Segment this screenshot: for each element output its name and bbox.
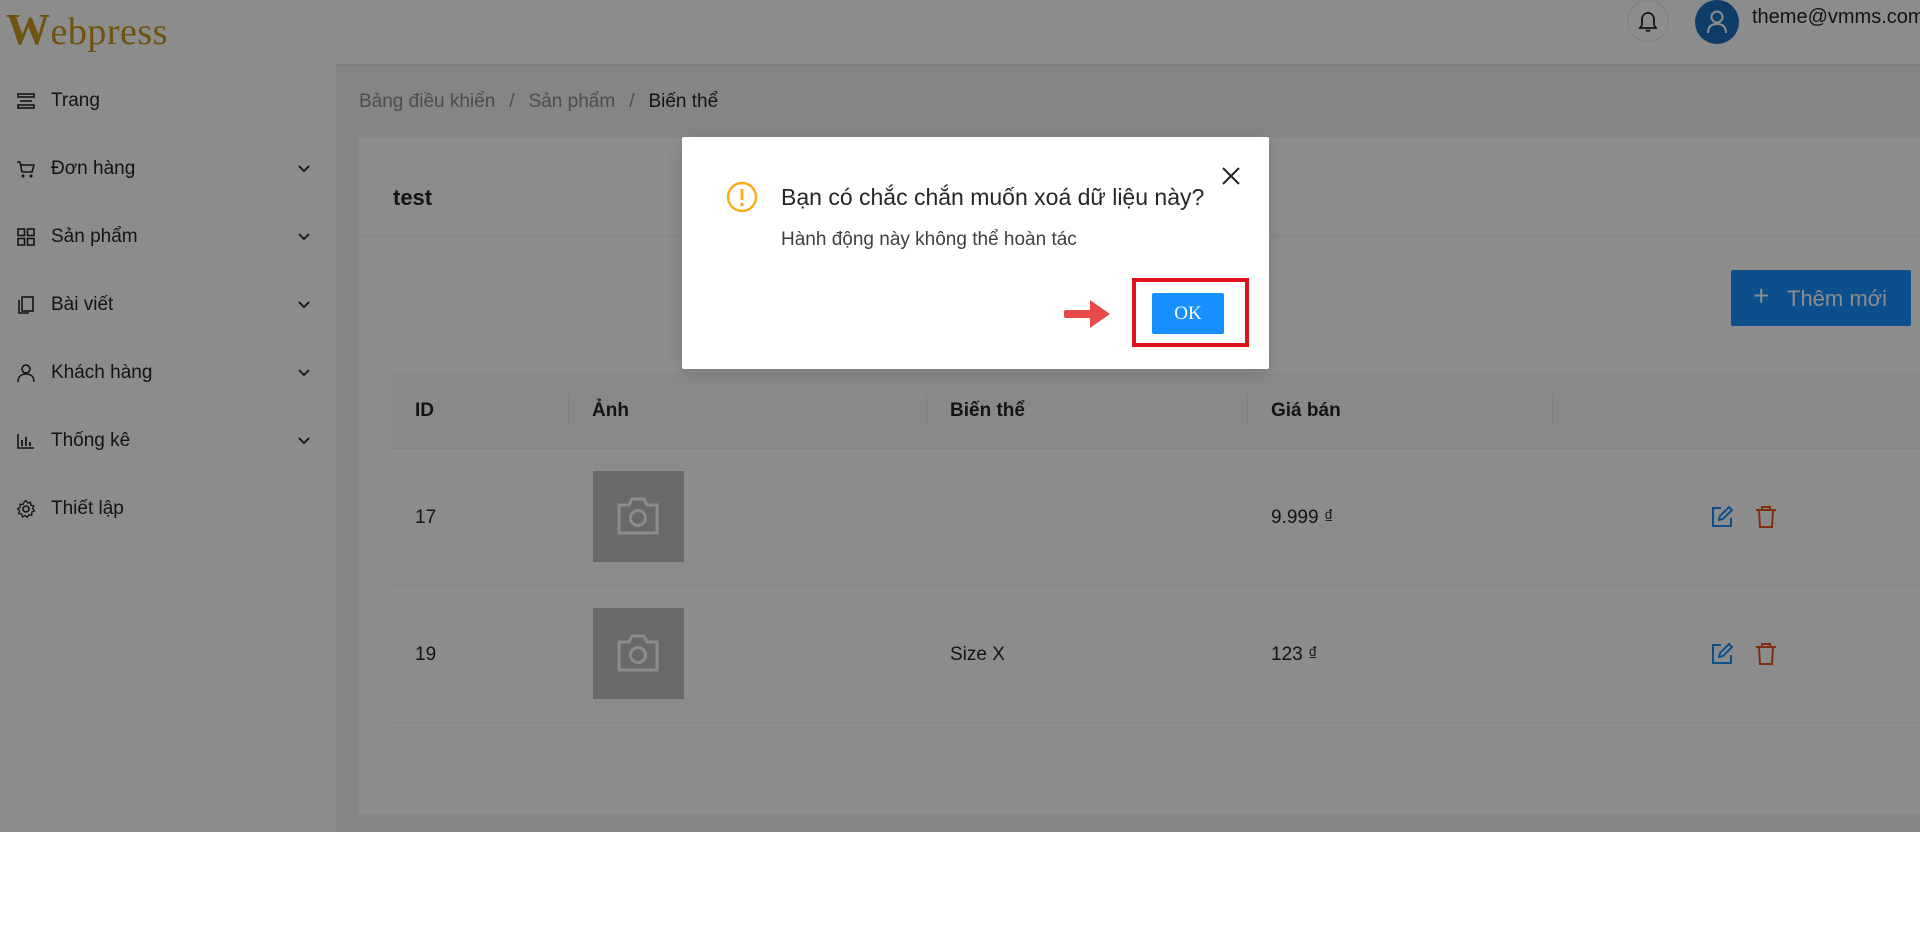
close-icon[interactable] bbox=[1218, 163, 1244, 189]
modal-overlay[interactable] bbox=[0, 0, 1920, 832]
warning-icon bbox=[726, 181, 758, 213]
ok-button[interactable]: OK bbox=[1152, 293, 1224, 334]
confirm-delete-modal: Bạn có chắc chắn muốn xoá dữ liệu này? H… bbox=[682, 137, 1269, 369]
app-root: Webpress theme@vmms.com Trang Đơn hàng S… bbox=[0, 0, 1920, 832]
pointer-arrow-icon bbox=[1064, 300, 1110, 328]
modal-content: Hành động này không thể hoàn tác bbox=[781, 229, 1077, 250]
modal-title: Bạn có chắc chắn muốn xoá dữ liệu này? bbox=[781, 184, 1205, 210]
